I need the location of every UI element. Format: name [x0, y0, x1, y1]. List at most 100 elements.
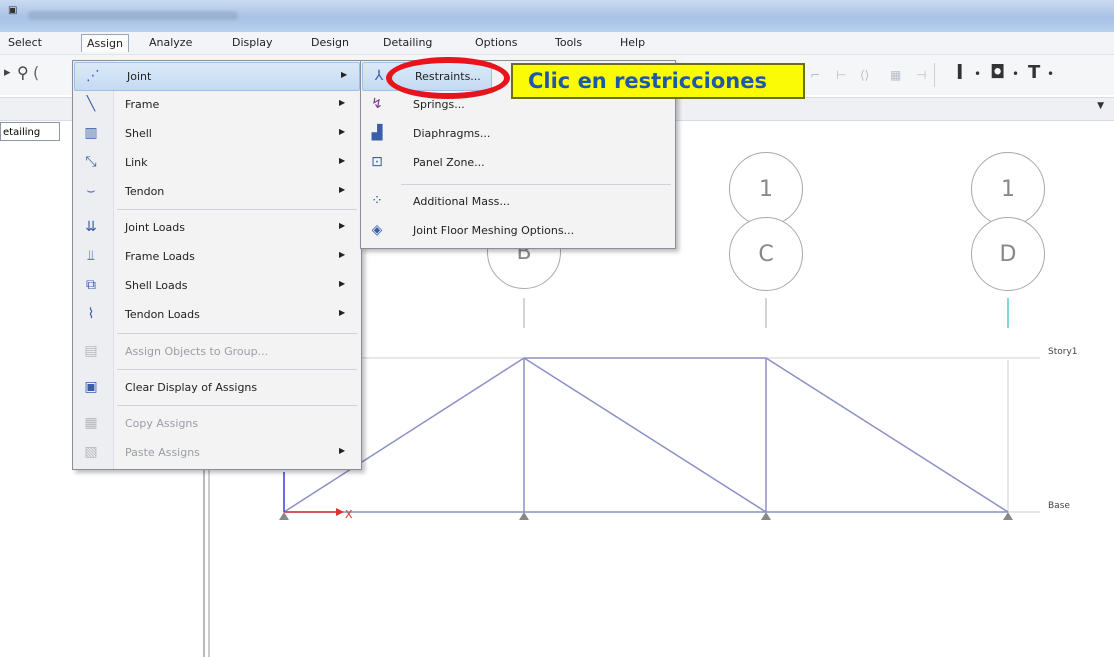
menu-item-link[interactable]: ⤡ Link ▶ — [73, 149, 361, 178]
menu-item-label: Frame Loads — [125, 250, 195, 263]
menu-item-copy-assigns[interactable]: ▦ Copy Assigns — [73, 410, 361, 439]
toolbar-faded-icon-1[interactable]: ⌐ — [810, 68, 820, 82]
toolbar-separator — [934, 63, 935, 87]
frame-icon: ╲ — [86, 96, 96, 112]
submenu-item-label: Joint Floor Meshing Options... — [413, 224, 575, 237]
menu-design[interactable]: Design — [311, 36, 349, 49]
clear-display-icon: ▣ — [84, 379, 98, 395]
menu-detailing[interactable]: Detailing — [383, 36, 432, 49]
menu-item-label: Link — [125, 156, 148, 169]
submenu-item-diaphragms[interactable]: ▟ Diaphragms... — [361, 120, 675, 149]
menu-tools[interactable]: Tools — [555, 36, 582, 49]
frame-loads-icon: ⫫ — [87, 248, 95, 264]
submenu-item-panel-zone[interactable]: ⊡ Panel Zone... — [361, 149, 675, 178]
instruction-callout: Clic en restricciones — [511, 63, 805, 99]
menu-item-label: Shell Loads — [125, 279, 188, 292]
highlight-ellipse — [386, 57, 510, 99]
submenu-arrow-icon: ▶ — [339, 98, 346, 107]
toolbar-faded-icon-4[interactable]: ▦ — [890, 68, 901, 82]
dropdown-arrow-icon[interactable]: • — [1012, 67, 1019, 81]
panel-zone-icon: ⊡ — [371, 154, 383, 170]
submenu-arrow-icon: ▶ — [339, 250, 346, 259]
support-icon — [1003, 512, 1013, 520]
mass-icon: ⁘ — [371, 193, 383, 209]
menu-help[interactable]: Help — [620, 36, 645, 49]
support-icon — [519, 512, 529, 520]
menu-separator — [117, 405, 357, 406]
menu-separator — [117, 209, 357, 210]
menu-item-assign-objects-to-group[interactable]: ▤ Assign Objects to Group... — [73, 338, 361, 367]
menu-analyze[interactable]: Analyze — [149, 36, 192, 49]
menu-item-shell-loads[interactable]: ⧉ Shell Loads ▶ — [73, 272, 361, 301]
joint-loads-icon: ⇊ — [85, 219, 97, 235]
menu-item-label: Shell — [125, 127, 152, 140]
menu-separator — [117, 333, 357, 334]
toolbar-overflow-icon[interactable]: ▸ — [4, 65, 11, 80]
menu-item-label: Tendon — [125, 185, 165, 198]
mesh-icon: ◈ — [371, 222, 383, 238]
menu-item-shell[interactable]: ▥ Shell ▶ — [73, 120, 361, 149]
joint-icon: ⋰ — [86, 68, 100, 84]
dropdown-arrow-icon[interactable]: • — [1047, 67, 1054, 81]
tendon-icon: ⌣ — [86, 183, 96, 199]
submenu-separator — [401, 184, 671, 185]
grid-bubble-1: 1 — [971, 152, 1045, 226]
link-icon: ⤡ — [85, 154, 97, 170]
menu-item-frame[interactable]: ╲ Frame ▶ — [73, 91, 361, 120]
menu-bar: Select Assign Analyze Display Design Det… — [0, 32, 1114, 55]
submenu-arrow-icon: ▶ — [341, 70, 348, 79]
toolbar-faded-icon-3[interactable]: ⟨⟩ — [860, 68, 869, 82]
grid-bubble-1: 1 — [729, 152, 803, 226]
toolbar-faded-icon-2[interactable]: ⊢ — [836, 68, 846, 82]
submenu-arrow-icon: ▶ — [339, 221, 346, 230]
toolbar-faded-icon-5[interactable]: ⊣ — [916, 68, 926, 82]
zoom-icon[interactable]: ⚲ — [17, 63, 29, 82]
menu-item-label: Paste Assigns — [125, 446, 200, 459]
menu-display[interactable]: Display — [232, 36, 273, 49]
submenu-item-additional-mass[interactable]: ⁘ Additional Mass... — [361, 188, 675, 217]
submenu-arrow-icon: ▶ — [339, 446, 346, 455]
copy-icon: ▦ — [84, 415, 98, 431]
menu-item-label: Frame — [125, 98, 160, 111]
i-section-icon[interactable]: I — [956, 60, 963, 84]
spring-icon: ↯ — [371, 96, 383, 112]
menu-item-clear-display-of-assigns[interactable]: ▣ Clear Display of Assigns — [73, 374, 361, 403]
menu-item-label: Copy Assigns — [125, 417, 199, 430]
grid-bubble-d: D — [971, 217, 1045, 291]
menu-item-joint-loads[interactable]: ⇊ Joint Loads ▶ — [73, 214, 361, 243]
menu-assign[interactable]: Assign — [81, 34, 129, 52]
submenu-arrow-icon: ▶ — [339, 185, 346, 194]
tendon-loads-icon: ⌇ — [87, 306, 95, 322]
truss-diagonal-2 — [523, 357, 767, 513]
menu-item-tendon[interactable]: ⌣ Tendon ▶ — [73, 178, 361, 207]
menu-item-label: Clear Display of Assigns — [125, 381, 258, 394]
app-icon: ▣ — [8, 5, 18, 16]
menu-item-label: Tendon Loads — [125, 308, 200, 321]
shell-icon: ▥ — [84, 125, 98, 141]
box-section-icon[interactable]: ◘ — [990, 62, 1005, 83]
menu-item-joint[interactable]: ⋰ Joint ▶ — [74, 62, 360, 91]
menu-item-frame-loads[interactable]: ⫫ Frame Loads ▶ — [73, 243, 361, 272]
menu-item-label: Joint — [127, 70, 152, 83]
truss-diagonal-3 — [765, 357, 1009, 513]
submenu-arrow-icon: ▶ — [339, 156, 346, 165]
menu-select[interactable]: Select — [8, 36, 42, 49]
menu-item-paste-assigns[interactable]: ▧ Paste Assigns ▶ — [73, 439, 361, 468]
menu-item-tendon-loads[interactable]: ⌇ Tendon Loads ▶ — [73, 301, 361, 330]
panel-dropdown-icon[interactable]: ▼ — [1097, 101, 1104, 111]
shell-loads-icon: ⧉ — [86, 277, 96, 293]
base-label: Base — [1048, 501, 1070, 511]
x-axis-label: X — [345, 508, 353, 521]
support-icon — [279, 512, 289, 520]
support-icon — [761, 512, 771, 520]
submenu-item-joint-floor-meshing-options[interactable]: ◈ Joint Floor Meshing Options... — [361, 217, 675, 246]
t-section-icon[interactable]: T — [1028, 62, 1040, 83]
diaphragm-icon: ▟ — [371, 125, 383, 141]
submenu-item-label: Panel Zone... — [413, 156, 485, 169]
menu-options[interactable]: Options — [475, 36, 517, 49]
dropdown-arrow-icon[interactable]: • — [974, 67, 981, 81]
submenu-item-label: Springs... — [413, 98, 465, 111]
submenu-item-label: Diaphragms... — [413, 127, 491, 140]
zoom-window-icon[interactable]: ( — [33, 63, 39, 82]
paste-icon: ▧ — [84, 444, 98, 460]
